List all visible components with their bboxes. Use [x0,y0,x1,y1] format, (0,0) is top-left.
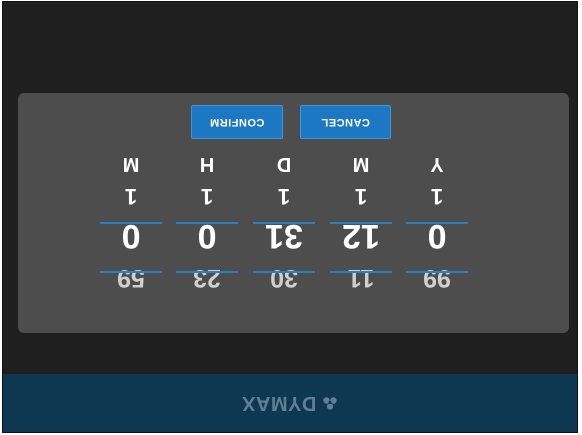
selection-line [100,271,162,273]
minute-previous-value[interactable]: 59 [100,263,162,292]
year-previous-value[interactable]: 99 [406,263,468,292]
device-screen: DYMAX 99 0 1 Y 11 12 1 M 30 31 1 D 23 0 … [0,0,582,435]
year-column[interactable]: 99 0 1 Y [406,93,468,333]
day-next-value[interactable]: 1 [253,183,315,209]
month-unit-label: M [352,153,370,175]
year-unit-label: Y [430,153,444,175]
month-next-value[interactable]: 1 [330,183,392,209]
brand-name: DYMAX [241,392,317,415]
selection-line [253,271,315,273]
dymax-logo-icon [323,397,338,410]
selection-line [176,271,238,273]
day-unit-label: D [276,153,292,175]
year-next-value[interactable]: 1 [406,183,468,209]
cancel-button[interactable]: CANCEL [300,105,391,139]
hour-next-value[interactable]: 1 [176,183,238,209]
hour-unit-label: H [199,153,215,175]
minute-unit-label: M [122,153,140,175]
confirm-button[interactable]: CONFIRM [191,105,283,139]
minute-next-value[interactable]: 1 [100,183,162,209]
selection-line [253,222,315,224]
day-previous-value[interactable]: 30 [253,263,315,292]
minute-column[interactable]: 59 0 1 M [100,93,162,333]
date-time-picker-dialog: 99 0 1 Y 11 12 1 M 30 31 1 D 23 0 1 H 59… [18,93,569,333]
header-bar: DYMAX [3,374,577,432]
selection-line [330,271,392,273]
hour-previous-value[interactable]: 23 [176,263,238,292]
selection-line [176,222,238,224]
brand-logo: DYMAX [242,392,339,415]
selection-line [406,271,468,273]
app-frame: DYMAX 99 0 1 Y 11 12 1 M 30 31 1 D 23 0 … [2,1,578,433]
month-previous-value[interactable]: 11 [330,263,392,292]
selection-line [330,222,392,224]
selection-line [406,222,468,224]
selection-line [100,222,162,224]
